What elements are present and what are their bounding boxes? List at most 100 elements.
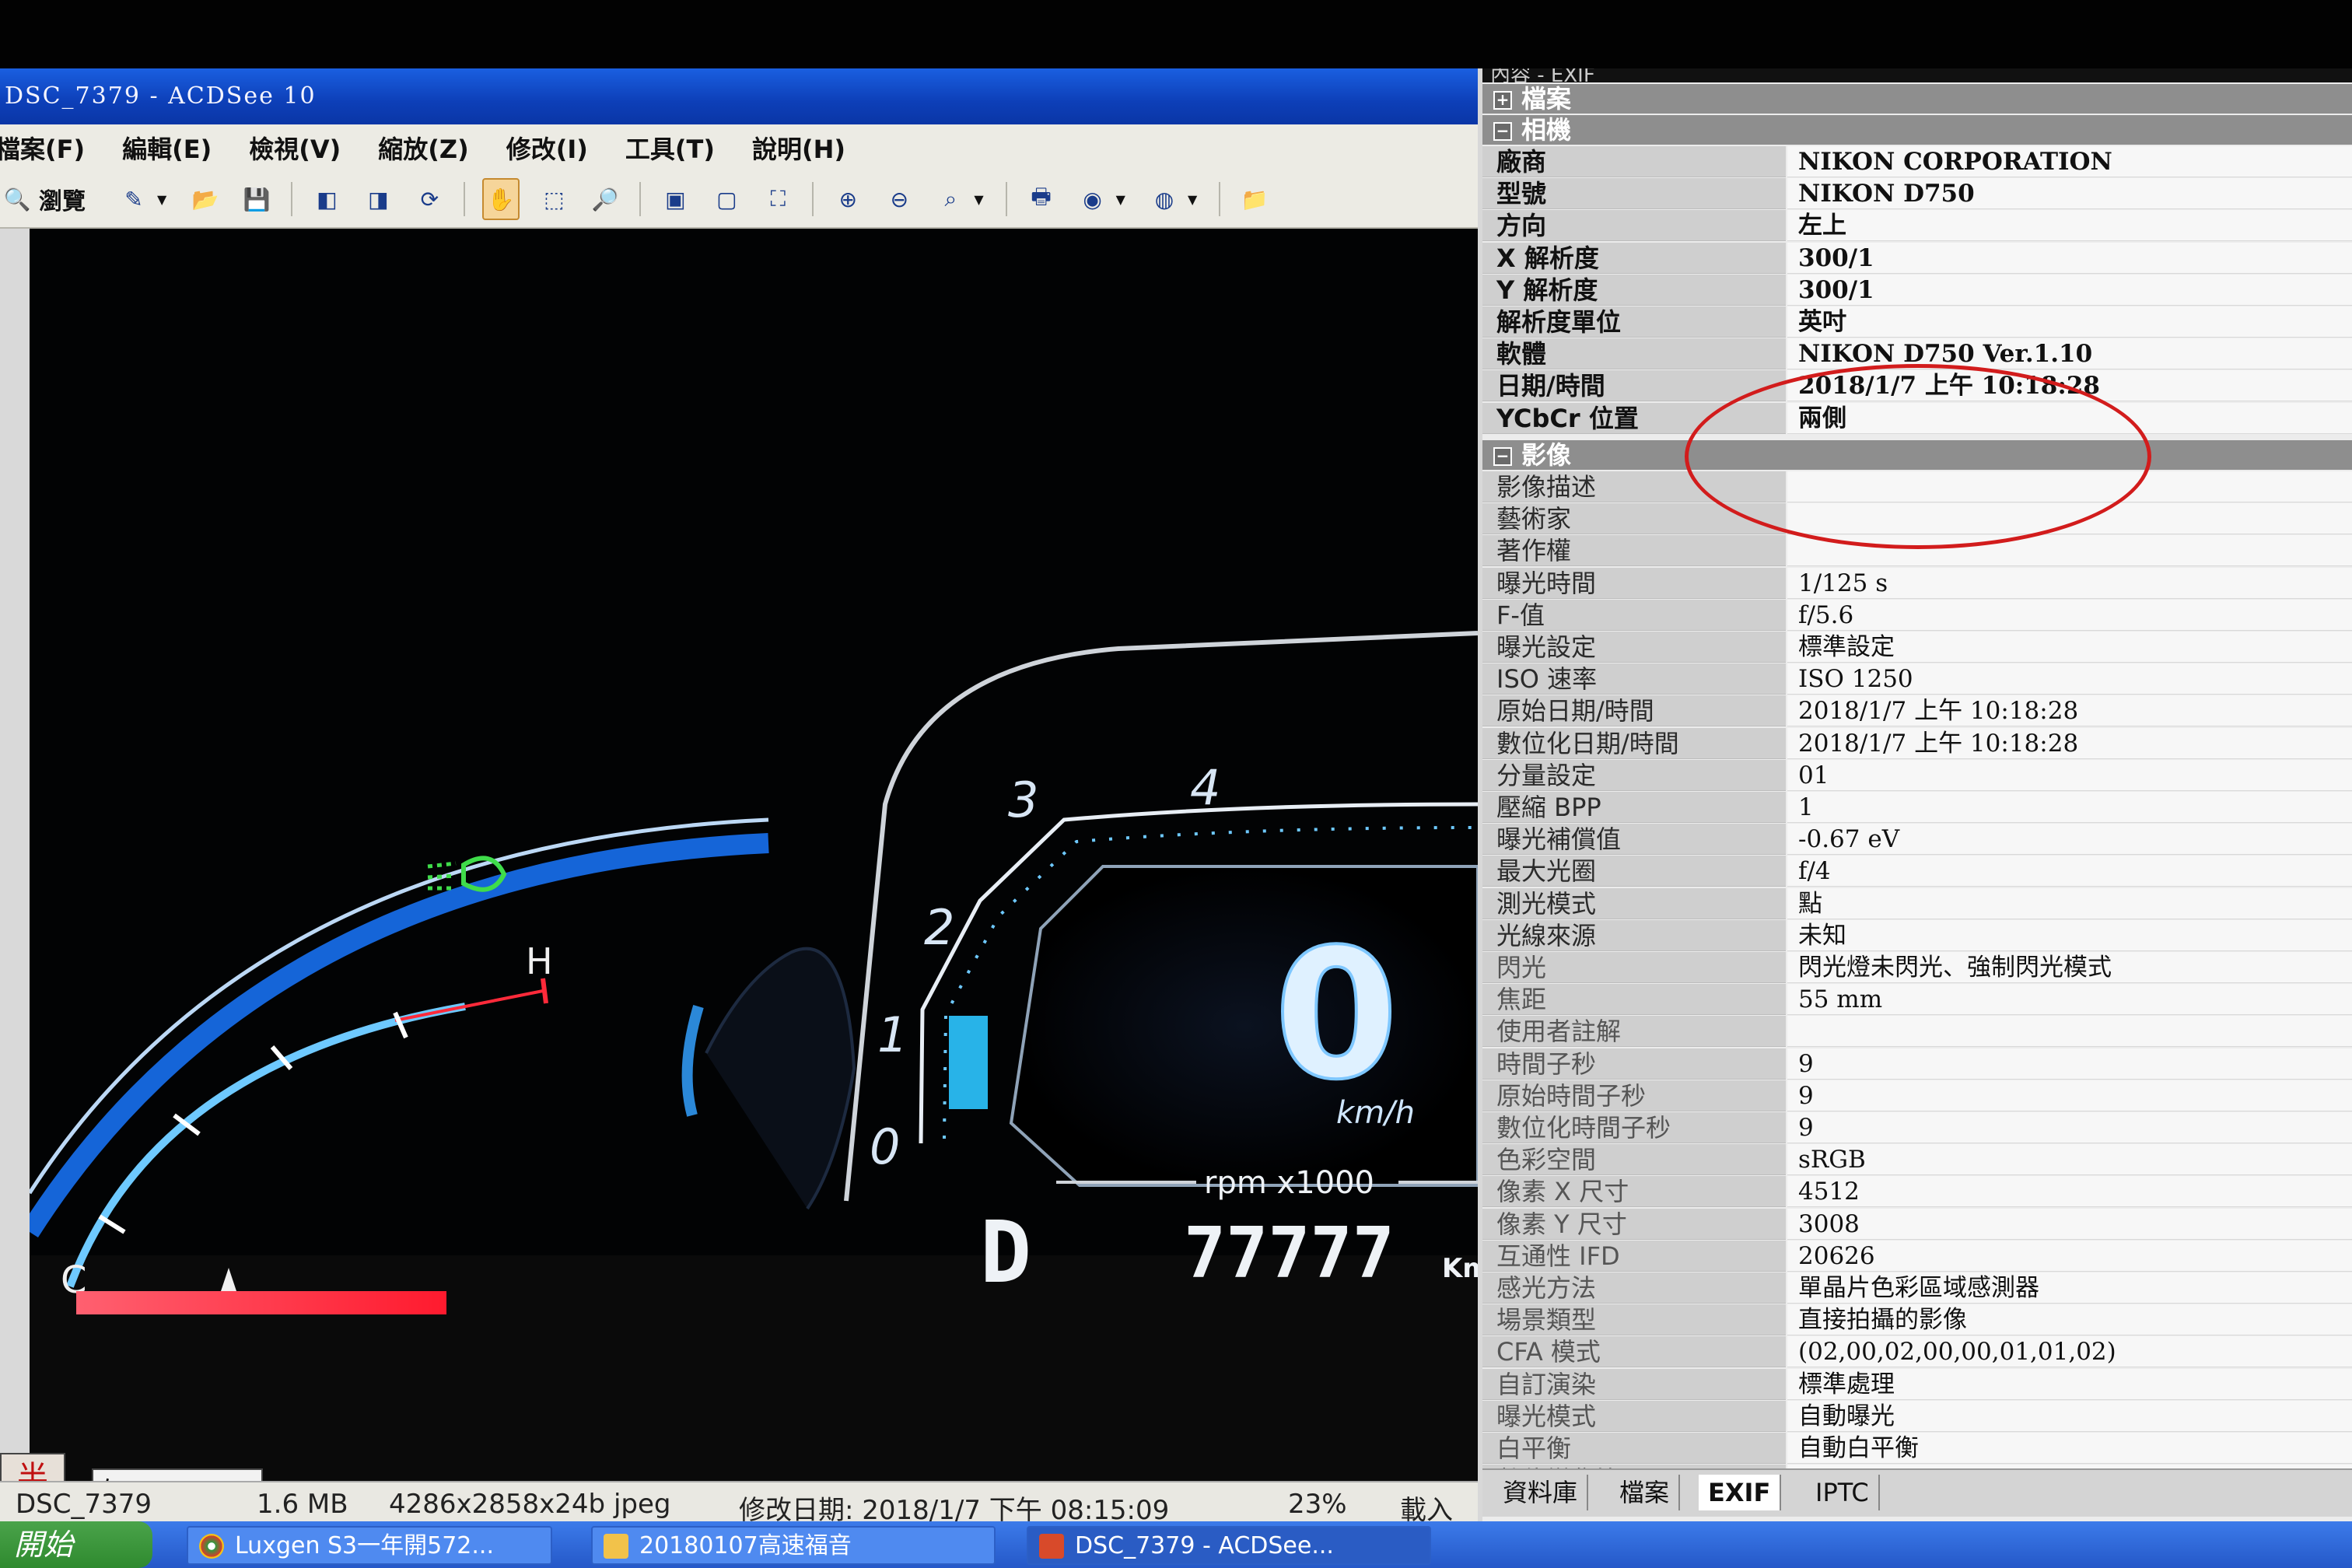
exif-row[interactable]: 最大光圈 f/4 bbox=[1482, 856, 2352, 887]
exif-row[interactable]: 場景類型 直接拍攝的影像 bbox=[1482, 1304, 2352, 1336]
taskbar-item-acdsee[interactable]: DSC_7379 - ACDSee... bbox=[1027, 1526, 1431, 1565]
exif-value: 01 bbox=[1787, 759, 2352, 791]
tab-file[interactable]: 檔案 bbox=[1610, 1475, 1681, 1510]
send-button[interactable]: 📁 bbox=[1237, 180, 1272, 219]
exif-row[interactable]: 光線來源 未知 bbox=[1482, 919, 2352, 952]
toolbar-divider bbox=[1219, 182, 1221, 216]
exif-row[interactable]: 焦距 55 mm bbox=[1482, 984, 2352, 1016]
exif-value: 標準處理 bbox=[1787, 1368, 2352, 1400]
zoom-in-button[interactable]: ⊕ bbox=[831, 180, 865, 219]
window-title-bar[interactable]: DSC_7379 - ACDSee 10 bbox=[0, 68, 1478, 124]
exif-row[interactable]: 測光模式點 bbox=[1482, 887, 2352, 920]
image-viewport[interactable]: C H 0 1 2 3 4 0 km/h rpm x1000 D 77777 K… bbox=[30, 229, 1478, 1520]
fullscreen-button[interactable]: ⛶ bbox=[761, 180, 795, 219]
exif-row[interactable]: 色彩空間 sRGB bbox=[1482, 1144, 2352, 1176]
exif-row[interactable]: 廠商 NIKON CORPORATION bbox=[1482, 146, 2352, 178]
zoom-out-button[interactable]: ⊖ bbox=[882, 180, 916, 219]
exif-row[interactable]: X 解析度 300/1 bbox=[1482, 242, 2352, 275]
exif-row[interactable]: 方向 左上 bbox=[1482, 210, 2352, 242]
exif-row[interactable]: 像素 X 尺寸 4512 bbox=[1482, 1176, 2352, 1208]
exif-row[interactable]: 曝光時間 1/125 s bbox=[1482, 567, 2352, 600]
group-camera-header[interactable]: − 相機 bbox=[1482, 115, 2352, 145]
effects-button[interactable]: ◍ bbox=[1147, 180, 1181, 219]
expand-plus-icon[interactable]: + bbox=[1493, 91, 1512, 110]
menu-edit[interactable]: 編輯(E) bbox=[122, 130, 212, 166]
exif-row[interactable]: 曝光補償值 -0.67 eV bbox=[1482, 824, 2352, 856]
menu-modify[interactable]: 修改(I) bbox=[506, 130, 588, 166]
exif-row[interactable]: 互通性 IFD 20626 bbox=[1482, 1240, 2352, 1272]
taskbar-item-label: DSC_7379 - ACDSee... bbox=[1075, 1532, 1334, 1559]
chevron-down-icon[interactable]: ▼ bbox=[1188, 192, 1197, 207]
tab-database[interactable]: 資料庫 bbox=[1493, 1475, 1589, 1510]
exif-row[interactable]: 數位化時間子秒 9 bbox=[1482, 1112, 2352, 1144]
tab-exif[interactable]: EXIF bbox=[1699, 1475, 1782, 1510]
exif-row[interactable]: 自訂演染 標準處理 bbox=[1482, 1368, 2352, 1401]
tab-iptc[interactable]: IPTC bbox=[1806, 1475, 1880, 1510]
menu-view[interactable]: 檢視(V) bbox=[249, 130, 341, 166]
fit-window-button[interactable]: ▣ bbox=[658, 180, 692, 219]
share-button[interactable]: ◉ bbox=[1076, 180, 1110, 219]
actual-size-button[interactable]: ▢ bbox=[709, 180, 744, 219]
exif-row[interactable]: 白平衡 自動白平衡 bbox=[1482, 1433, 2352, 1465]
zoom-menu-button[interactable]: ⌕ bbox=[933, 180, 968, 219]
tach-number-3: 3 bbox=[1008, 772, 1038, 828]
menu-zoom[interactable]: 縮放(Z) bbox=[378, 130, 468, 166]
collapse-minus-icon[interactable]: − bbox=[1493, 447, 1512, 466]
rotate-button[interactable]: ⟳ bbox=[412, 180, 446, 219]
exif-row[interactable]: 使用者註解 bbox=[1482, 1016, 2352, 1048]
hand-tool-button[interactable]: ✋ bbox=[482, 178, 520, 220]
exif-row[interactable]: 像素 Y 尺寸 3008 bbox=[1482, 1208, 2352, 1241]
start-button[interactable]: 開始 bbox=[0, 1521, 152, 1568]
toolbar-divider bbox=[639, 182, 642, 216]
exif-row[interactable]: 型號 NIKON D750 bbox=[1482, 178, 2352, 210]
exif-row[interactable]: 數位化日期/時間 2018/1/7 上午 10:18:28 bbox=[1482, 727, 2352, 760]
exif-row[interactable]: F-值 f/5.6 bbox=[1482, 599, 2352, 632]
temp-hot-label: H bbox=[526, 940, 553, 982]
exif-row[interactable]: Y 解析度 300/1 bbox=[1482, 274, 2352, 306]
photo-frame-border bbox=[0, 0, 2352, 68]
exif-value: (02,00,02,00,00,01,01,02) bbox=[1787, 1336, 2352, 1368]
image-next-icon: ◨ bbox=[368, 186, 389, 212]
chevron-down-icon[interactable]: ▼ bbox=[1116, 192, 1125, 207]
exif-row[interactable]: 時間子秒 9 bbox=[1482, 1048, 2352, 1080]
zoom-icon: 🔎 bbox=[591, 186, 619, 212]
collapse-minus-icon[interactable]: − bbox=[1493, 122, 1512, 141]
select-tool-button[interactable]: ⬚ bbox=[537, 180, 571, 219]
exif-key: 壓縮 BPP bbox=[1482, 792, 1786, 823]
save-button[interactable]: 💾 bbox=[240, 180, 274, 219]
exif-row[interactable]: 原始時間子秒 9 bbox=[1482, 1080, 2352, 1112]
magnifier-icon: 🔍 bbox=[3, 186, 31, 212]
menu-tools[interactable]: 工具(T) bbox=[625, 130, 715, 166]
exif-value: 300/1 bbox=[1787, 274, 2352, 306]
exif-value: NIKON CORPORATION bbox=[1787, 146, 2352, 177]
exif-key: Y 解析度 bbox=[1482, 274, 1786, 306]
open-button[interactable]: 📂 bbox=[188, 180, 222, 219]
exif-row[interactable]: 解析度單位 英吋 bbox=[1482, 306, 2352, 338]
exif-value: NIKON D750 bbox=[1787, 178, 2352, 210]
group-file-header[interactable]: + 檔案 bbox=[1482, 84, 2352, 114]
zoom-tool-button[interactable]: 🔎 bbox=[588, 180, 622, 219]
exif-row[interactable]: 壓縮 BPP 1 bbox=[1482, 792, 2352, 824]
exif-row[interactable]: 閃光 閃光燈未閃光、強制閃光模式 bbox=[1482, 952, 2352, 984]
previous-image-button[interactable]: ◧ bbox=[310, 180, 344, 219]
exif-row[interactable]: 感光方法 單晶片色彩區域感測器 bbox=[1482, 1272, 2352, 1304]
edit-tool-button[interactable]: ✎ bbox=[117, 180, 151, 219]
exif-row[interactable]: 原始日期/時間 2018/1/7 上午 10:18:28 bbox=[1482, 695, 2352, 727]
print-button[interactable]: 🖶 bbox=[1024, 180, 1059, 219]
chevron-down-icon[interactable]: ▼ bbox=[974, 192, 983, 207]
fullscreen-icon: ⛶ bbox=[770, 186, 786, 212]
exif-row[interactable]: CFA 模式 (02,00,02,00,00,01,01,02) bbox=[1482, 1336, 2352, 1368]
exif-row[interactable]: 分量設定 01 bbox=[1482, 759, 2352, 792]
exif-value: 自動白平衡 bbox=[1787, 1433, 2352, 1464]
exif-row[interactable]: ISO 速率 ISO 1250 bbox=[1482, 663, 2352, 695]
exif-row[interactable]: 曝光模式 自動曝光 bbox=[1482, 1400, 2352, 1433]
chevron-down-icon[interactable]: ▼ bbox=[157, 192, 166, 207]
menu-help[interactable]: 說明(H) bbox=[752, 130, 845, 166]
exif-row[interactable]: 曝光設定 標準設定 bbox=[1482, 632, 2352, 663]
browse-button[interactable]: 🔍 bbox=[0, 180, 34, 219]
taskbar-item-folder[interactable]: 20180107高速福音 bbox=[591, 1526, 996, 1565]
next-image-button[interactable]: ◨ bbox=[361, 180, 395, 219]
globe-icon: ◉ bbox=[1083, 186, 1102, 212]
taskbar-item-browser[interactable]: Luxgen S3一年開572... bbox=[187, 1526, 552, 1565]
menu-file[interactable]: 檔案(F) bbox=[0, 130, 85, 166]
